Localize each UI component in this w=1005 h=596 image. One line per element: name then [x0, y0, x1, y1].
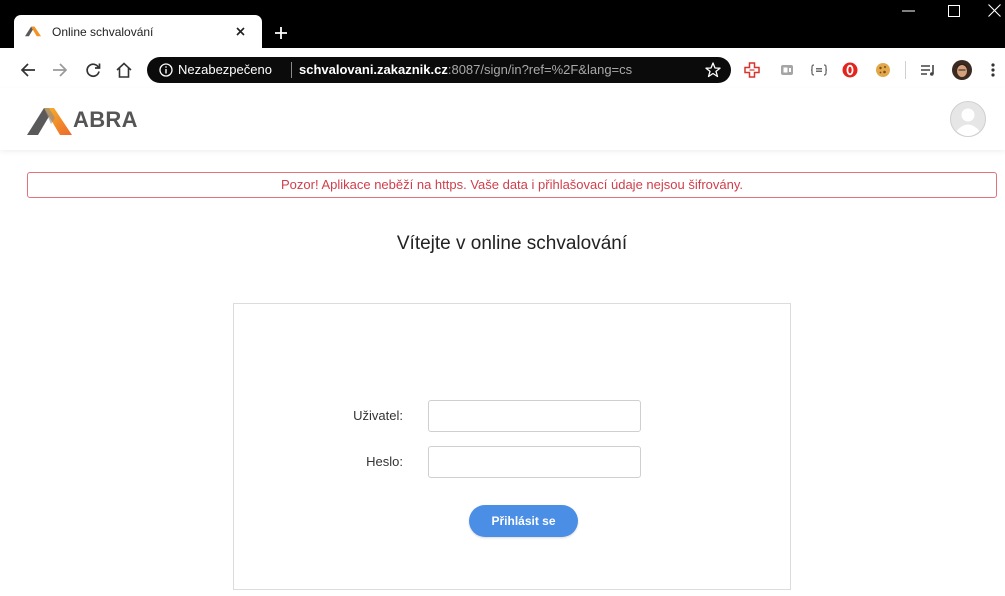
url-text[interactable]: schvalovani.zakaznik.cz:8087/sign/in?ref…: [299, 57, 632, 83]
star-icon[interactable]: [705, 62, 721, 78]
password-input[interactable]: [428, 446, 641, 478]
profile-avatar-icon[interactable]: [952, 60, 972, 80]
cookie-icon[interactable]: [875, 62, 891, 78]
minimize-icon[interactable]: [902, 10, 915, 12]
browser-tab[interactable]: Online schvalování: [14, 15, 262, 48]
plus-icon[interactable]: [275, 27, 287, 39]
url-path: :8087/sign/in?ref=%2F&lang=cs: [447, 62, 633, 77]
security-label[interactable]: Nezabezpečeno: [178, 57, 272, 83]
grey-extension-icon[interactable]: [779, 62, 795, 78]
logo-text: ABRA: [73, 107, 138, 132]
url-host: schvalovani.zakaznik.cz: [299, 62, 448, 77]
json-viewer-icon[interactable]: [810, 62, 828, 78]
arrow-left-icon[interactable]: [20, 62, 36, 78]
browser-window: Online schvalování Nezabezpečeno schvalo…: [0, 0, 1005, 596]
adblock-icon[interactable]: [842, 62, 858, 78]
address-bar[interactable]: Nezabezpečeno schvalovani.zakaznik.cz:80…: [147, 57, 731, 83]
toolbar-separator: [905, 61, 906, 79]
username-label: Uživatel:: [353, 408, 403, 423]
app-header: [0, 88, 1005, 150]
tab-title: Online schvalování: [52, 25, 154, 39]
more-vertical-icon[interactable]: [990, 62, 996, 78]
login-card: Uživatel: Heslo: Přihlásit se: [233, 303, 791, 590]
close-icon[interactable]: [988, 4, 1001, 17]
username-input[interactable]: [428, 400, 641, 432]
reload-icon[interactable]: [85, 62, 101, 78]
password-label: Heslo:: [366, 454, 403, 469]
maximize-icon[interactable]: [948, 5, 960, 17]
login-button[interactable]: Přihlásit se: [469, 505, 578, 537]
playlist-icon[interactable]: [920, 62, 936, 78]
red-cross-extension-icon[interactable]: [744, 62, 760, 78]
address-separator: [291, 62, 292, 78]
close-icon[interactable]: [236, 27, 245, 36]
abra-logo-icon: [25, 26, 41, 37]
abra-logo-icon: [27, 108, 72, 135]
page-title: Vítejte v online schvalování: [396, 233, 628, 254]
arrow-right-icon[interactable]: [52, 62, 68, 78]
https-warning-banner: Pozor! Aplikace neběží na https. Vaše da…: [27, 172, 997, 198]
user-avatar-icon[interactable]: [950, 101, 986, 137]
home-icon[interactable]: [116, 62, 132, 78]
info-icon[interactable]: [159, 63, 173, 77]
